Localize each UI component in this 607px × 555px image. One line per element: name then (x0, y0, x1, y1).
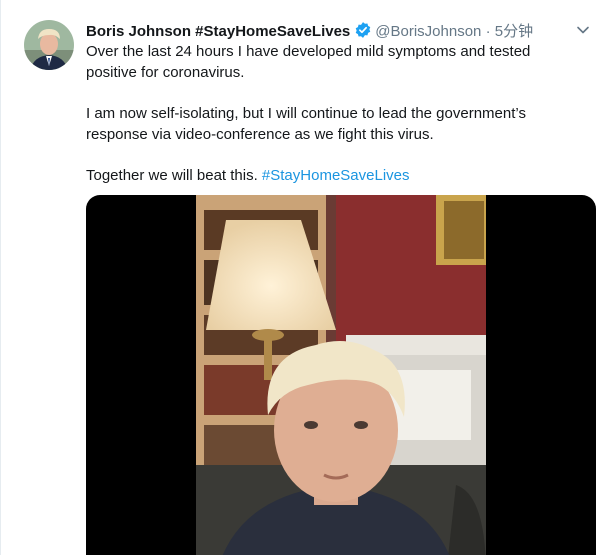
tweet-text: Over the last 24 hours I have developed … (86, 41, 566, 206)
video-frame (196, 195, 486, 555)
chevron-down-icon[interactable] (575, 22, 591, 38)
tweet-header: Boris Johnson #StayHomeSaveLives @BorisJ… (86, 21, 567, 42)
timestamp[interactable]: 5分钟 (495, 23, 533, 40)
tweet-paragraph: I am now self-isolating, but I will cont… (86, 105, 526, 143)
display-name[interactable]: Boris Johnson #StayHomeSaveLives (86, 23, 350, 40)
video-player[interactable] (86, 195, 596, 555)
user-handle[interactable]: @BorisJohnson (375, 23, 481, 40)
tweet-paragraph: Over the last 24 hours I have developed … (86, 43, 531, 81)
separator-dot: · (485, 23, 491, 40)
verified-badge-icon (355, 22, 371, 38)
closing-text: Together we will beat this. (86, 167, 262, 184)
avatar-image (24, 20, 74, 70)
avatar[interactable] (24, 20, 74, 70)
tweet-paragraph-closing: Together we will beat this. #StayHomeSav… (86, 165, 566, 186)
hashtag-link[interactable]: #StayHomeSaveLives (262, 167, 410, 184)
tweet-card[interactable]: Boris Johnson #StayHomeSaveLives @BorisJ… (0, 0, 607, 555)
